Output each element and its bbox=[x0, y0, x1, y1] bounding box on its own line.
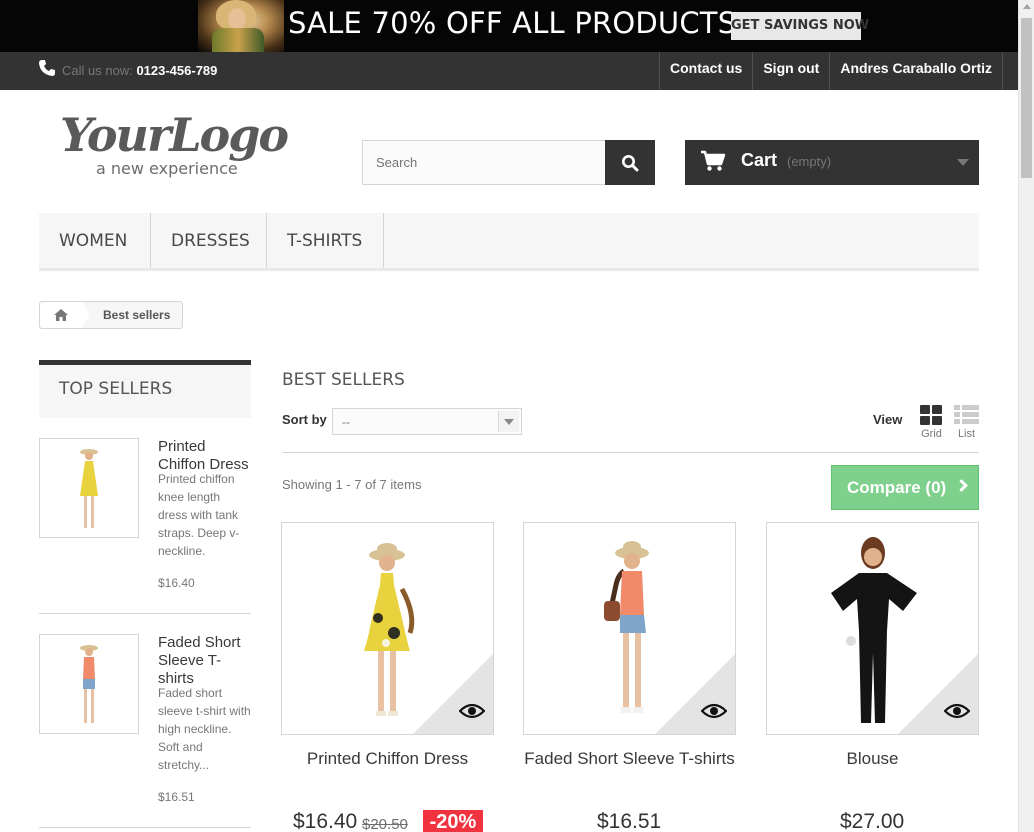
breadcrumb: Best sellers bbox=[39, 301, 183, 329]
sign-out-link[interactable]: Sign out bbox=[753, 52, 831, 90]
product-price: $27.00 bbox=[840, 810, 905, 832]
phone-icon bbox=[39, 60, 55, 76]
sidebar-product-image[interactable] bbox=[39, 634, 139, 734]
cart-dropdown-icon[interactable] bbox=[957, 159, 969, 166]
cart-block[interactable]: Cart (empty) bbox=[685, 140, 979, 185]
product-old-price: $20.50 bbox=[362, 816, 408, 832]
logo-tagline: a new experience bbox=[96, 159, 238, 178]
scroll-thumb[interactable] bbox=[1021, 18, 1032, 178]
sidebar-product-name[interactable]: Printed Chiffon Dress bbox=[158, 438, 251, 474]
eye-icon[interactable] bbox=[459, 702, 485, 720]
cart-label: Cart bbox=[741, 150, 778, 170]
logo-main: YourLogo bbox=[60, 108, 289, 162]
sidebar-product: Printed Chiffon Dress Printed chiffon kn… bbox=[39, 438, 251, 614]
menu-item-women[interactable]: WOMEN bbox=[39, 213, 151, 268]
eye-icon[interactable] bbox=[944, 702, 970, 720]
grid-icon bbox=[920, 405, 942, 425]
sidebar-product-price: $16.40 bbox=[158, 576, 195, 590]
banner-model-image bbox=[198, 0, 284, 52]
top-sellers-title[interactable]: TOP SELLERS bbox=[59, 379, 172, 399]
phone-prefix: Call us now: bbox=[62, 63, 133, 78]
product-image[interactable] bbox=[281, 522, 494, 735]
compare-button[interactable]: Compare (0) bbox=[831, 465, 979, 510]
quick-view-corner bbox=[898, 654, 978, 734]
list-caption: List bbox=[957, 428, 976, 440]
search-button[interactable] bbox=[605, 140, 655, 185]
top-nav-bar: Call us now: 0123-456-789 Contact us Sig… bbox=[0, 52, 1018, 90]
view-label: View bbox=[873, 412, 903, 427]
sort-label: Sort by bbox=[282, 412, 327, 427]
cart-status: (empty) bbox=[787, 154, 832, 169]
item-count: Showing 1 - 7 of 7 items bbox=[282, 477, 422, 492]
cart-icon bbox=[701, 150, 726, 171]
page-title: BEST SELLERS bbox=[282, 370, 405, 390]
discount-badge: -20% bbox=[423, 810, 483, 832]
banner-text: SALE 70% OFF ALL PRODUCTS bbox=[288, 6, 737, 40]
eye-icon[interactable] bbox=[701, 702, 727, 720]
product-image[interactable] bbox=[766, 522, 979, 735]
sort-value: -- bbox=[342, 415, 350, 429]
page-scrollbar[interactable] bbox=[1018, 0, 1034, 832]
product-image[interactable] bbox=[523, 522, 736, 735]
product-price: $16.40 bbox=[293, 810, 358, 832]
product-name[interactable]: Blouse bbox=[766, 747, 979, 770]
store-logo[interactable]: YourLogo a new experience bbox=[60, 110, 300, 180]
top-sellers-header: TOP SELLERS bbox=[39, 360, 251, 418]
sidebar-product-price: $16.51 bbox=[158, 790, 195, 804]
grid-caption: Grid bbox=[921, 428, 942, 440]
quick-view-corner bbox=[655, 654, 735, 734]
menu-item-tshirts[interactable]: T-SHIRTS bbox=[267, 213, 384, 268]
chevron-down-icon[interactable] bbox=[498, 411, 519, 432]
toolbar-divider bbox=[282, 452, 979, 453]
list-icon bbox=[954, 405, 979, 424]
phone-text: Call us now: 0123-456-789 bbox=[62, 63, 217, 78]
get-savings-button[interactable]: GET SAVINGS NOW bbox=[731, 12, 869, 40]
grid-view-button[interactable]: Grid bbox=[919, 405, 944, 440]
dress-model-thumbnail bbox=[80, 449, 98, 528]
sidebar-product-image[interactable] bbox=[39, 438, 139, 538]
home-icon bbox=[54, 309, 68, 321]
chevron-right-icon bbox=[955, 479, 968, 492]
product-price: $16.51 bbox=[597, 810, 662, 832]
product-name[interactable]: Faded Short Sleeve T-shirts bbox=[523, 747, 736, 770]
phone-number: 0123-456-789 bbox=[136, 63, 218, 78]
sort-select[interactable]: -- bbox=[332, 408, 522, 435]
sidebar-product: Faded Short Sleeve T-shirts Faded short … bbox=[39, 634, 251, 828]
sidebar-product-description: Printed chiffon knee length dress with t… bbox=[158, 472, 240, 558]
menu-item-dresses[interactable]: DRESSES bbox=[151, 213, 267, 268]
scroll-up-arrow-icon[interactable] bbox=[1023, 4, 1031, 9]
top-links: Contact us Sign out Andres Caraballo Ort… bbox=[659, 52, 1004, 90]
compare-label: Compare (0) bbox=[847, 478, 947, 497]
product-name[interactable]: Printed Chiffon Dress bbox=[281, 747, 494, 770]
search-icon bbox=[622, 154, 639, 171]
contact-us-link[interactable]: Contact us bbox=[660, 52, 754, 90]
account-link[interactable]: Andres Caraballo Ortiz bbox=[830, 52, 1004, 90]
promo-banner[interactable]: SALE 70% OFF ALL PRODUCTS GET SAVINGS NO… bbox=[0, 0, 1018, 52]
tshirt-model-thumbnail bbox=[80, 645, 98, 723]
main-menu: WOMEN DRESSES T-SHIRTS bbox=[39, 213, 979, 271]
search-input[interactable] bbox=[362, 140, 606, 185]
sidebar-product-name[interactable]: Faded Short Sleeve T-shirts bbox=[158, 634, 251, 688]
sidebar-product-description: Faded short sleeve t-shirt with high nec… bbox=[158, 686, 251, 772]
list-view-button[interactable]: List bbox=[953, 405, 980, 440]
breadcrumb-current: Best sellers bbox=[103, 308, 171, 322]
quick-view-corner bbox=[413, 654, 493, 734]
breadcrumb-home[interactable] bbox=[40, 302, 90, 328]
